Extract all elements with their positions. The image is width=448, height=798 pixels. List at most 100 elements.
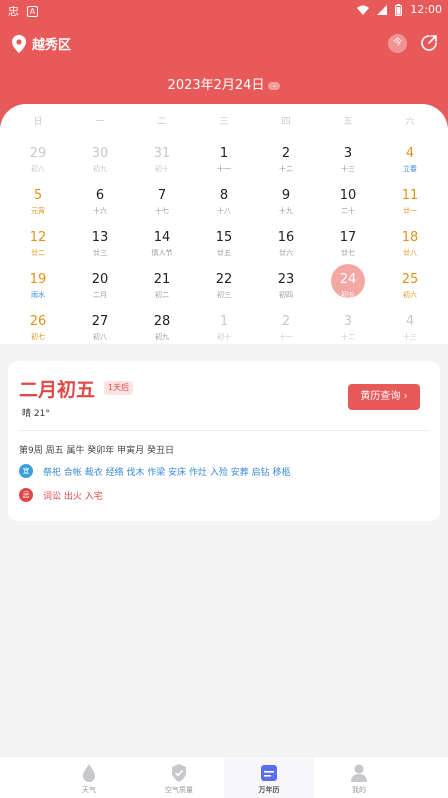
day-number: 21 bbox=[153, 272, 171, 287]
calendar-day[interactable]: 1 初十 bbox=[193, 314, 255, 356]
days-offset-badge: 1天后 bbox=[104, 381, 134, 395]
day-number: 16 bbox=[277, 230, 295, 245]
inauspicious-activities: 词讼 出火 入宅 bbox=[43, 491, 103, 502]
calendar-day[interactable]: 9 十九 bbox=[255, 188, 317, 230]
nav-item-air-quality[interactable]: 空气质量 bbox=[134, 757, 224, 798]
share-icon[interactable] bbox=[420, 34, 438, 52]
calendar-day[interactable]: 5 元宵 bbox=[7, 188, 69, 230]
lunar-day-label: 廿一 bbox=[403, 207, 417, 215]
lunar-day-label: 立春 bbox=[403, 165, 417, 173]
chevron-down-icon: ⌄ bbox=[268, 81, 281, 90]
wifi-icon bbox=[357, 5, 370, 15]
weekday-header: 日一二三四五六 bbox=[0, 114, 448, 128]
day-detail-card: 二月初五 1天后 晴 21° 黄历查询 › 第9周 周五 属牛 癸卯年 甲寅月 … bbox=[8, 361, 440, 521]
day-number: 26 bbox=[29, 314, 47, 329]
calendar-day[interactable]: 2 十一 bbox=[255, 314, 317, 356]
lunar-day-label: 十三 bbox=[341, 165, 355, 173]
month-calendar: 日一二三四五六 29 初八 30 初九 31 初十 1 十一 2 十二 3 十三 4 立春 5 元宵 6 十六 7 十… bbox=[0, 104, 448, 344]
calendar-day[interactable]: 15 廿五 bbox=[193, 230, 255, 272]
nav-item-calendar[interactable]: 万年历 bbox=[224, 757, 314, 798]
current-date: 2023年2月24日 bbox=[167, 78, 265, 93]
nav-label-air-quality: 空气质量 bbox=[165, 786, 193, 794]
day-number: 20 bbox=[91, 272, 109, 287]
day-number: 2 bbox=[281, 146, 291, 161]
day-number: 18 bbox=[401, 230, 419, 245]
calendar-day[interactable]: 10 二十 bbox=[317, 188, 379, 230]
day-number: 11 bbox=[401, 188, 419, 203]
calendar-day[interactable]: 28 初九 bbox=[131, 314, 193, 356]
battery-icon bbox=[395, 3, 403, 16]
location-selector[interactable]: 越秀区 bbox=[12, 34, 71, 53]
calendar-day[interactable]: 1 十一 bbox=[193, 146, 255, 188]
bottom-navigation: 天气 空气质量 万年历 我的 bbox=[0, 756, 448, 798]
today-button[interactable]: 今 bbox=[388, 34, 407, 53]
date-selector[interactable]: 2023年2月24日 ⌄ bbox=[0, 74, 448, 93]
calendar-day[interactable]: 31 初十 bbox=[131, 146, 193, 188]
lunar-day-label: 初二 bbox=[155, 291, 169, 299]
day-number: 2 bbox=[281, 314, 291, 329]
person-icon bbox=[351, 764, 367, 782]
nav-item-weather[interactable]: 天气 bbox=[44, 757, 134, 798]
calendar-day[interactable]: 14 情人节 bbox=[131, 230, 193, 272]
lunar-day-label: 二十 bbox=[341, 207, 355, 215]
ganzhi-info: 第9周 周五 属牛 癸卯年 甲寅月 癸丑日 bbox=[19, 446, 175, 456]
day-number: 29 bbox=[29, 146, 47, 161]
calendar-day[interactable]: 7 十七 bbox=[131, 188, 193, 230]
lunar-day-label: 十一 bbox=[217, 165, 231, 173]
calendar-day[interactable]: 21 初二 bbox=[131, 272, 193, 314]
lunar-day-label: 初九 bbox=[155, 333, 169, 341]
day-number: 10 bbox=[339, 188, 357, 203]
calendar-day-selected[interactable]: 24 初五 bbox=[317, 264, 379, 314]
day-number: 1 bbox=[219, 314, 229, 329]
calendar-day[interactable]: 16 廿六 bbox=[255, 230, 317, 272]
auspicious-row: 宜 祭祀 合帐 裁衣 经络 伐木 作梁 安床 作灶 入殓 安葬 启钻 移柩 bbox=[19, 464, 290, 478]
calendar-day[interactable]: 20 二月 bbox=[69, 272, 131, 314]
location-pin-icon bbox=[12, 34, 26, 53]
lunar-day-label: 廿二 bbox=[31, 249, 45, 257]
lunar-day-label: 初八 bbox=[31, 165, 45, 173]
lunar-day-label: 十三 bbox=[403, 333, 417, 341]
day-number: 3 bbox=[343, 146, 353, 161]
calendar-day[interactable]: 27 初八 bbox=[69, 314, 131, 356]
calendar-day[interactable]: 23 初四 bbox=[255, 272, 317, 314]
nav-label-profile: 我的 bbox=[352, 786, 366, 794]
lunar-day-label: 廿三 bbox=[93, 249, 107, 257]
lunar-day-label: 十七 bbox=[155, 207, 169, 215]
app-notification-icon: A bbox=[27, 5, 38, 17]
calendar-day[interactable]: 3 十三 bbox=[317, 146, 379, 188]
weekday-label: 五 bbox=[343, 117, 353, 127]
day-number: 15 bbox=[215, 230, 233, 245]
weather-summary: 晴 21° bbox=[22, 409, 50, 419]
almanac-query-button[interactable]: 黄历查询 › bbox=[348, 384, 420, 410]
day-number: 25 bbox=[401, 272, 419, 287]
weekday-label: 二 bbox=[157, 117, 167, 127]
calendar-day[interactable]: 4 立春 bbox=[379, 146, 441, 188]
calendar-day[interactable]: 13 廿三 bbox=[69, 230, 131, 272]
calendar-day[interactable]: 22 初三 bbox=[193, 272, 255, 314]
divider bbox=[19, 430, 429, 431]
calendar-day[interactable]: 8 十八 bbox=[193, 188, 255, 230]
calendar-day[interactable]: 11 廿一 bbox=[379, 188, 441, 230]
lunar-day-label: 十一 bbox=[279, 333, 293, 341]
calendar-day[interactable]: 6 十六 bbox=[69, 188, 131, 230]
calendar-day[interactable]: 30 初九 bbox=[69, 146, 131, 188]
calendar-day[interactable]: 26 初七 bbox=[7, 314, 69, 356]
calendar-icon bbox=[261, 765, 277, 781]
day-number: 31 bbox=[153, 146, 171, 161]
day-number: 5 bbox=[33, 188, 43, 203]
day-number: 24 bbox=[339, 272, 357, 287]
nav-item-profile[interactable]: 我的 bbox=[314, 757, 404, 798]
calendar-day[interactable]: 29 初八 bbox=[7, 146, 69, 188]
day-number: 6 bbox=[95, 188, 105, 203]
calendar-day[interactable]: 2 十二 bbox=[255, 146, 317, 188]
calendar-day[interactable]: 3 十二 bbox=[317, 314, 379, 356]
nav-label-calendar: 万年历 bbox=[258, 786, 280, 794]
calendar-day[interactable]: 19 雨水 bbox=[7, 272, 69, 314]
calendar-day[interactable]: 25 初六 bbox=[379, 272, 441, 314]
status-bar: 忠 A 12:00 bbox=[0, 0, 448, 20]
day-number: 4 bbox=[405, 146, 415, 161]
calendar-day[interactable]: 4 十三 bbox=[379, 314, 441, 356]
lunar-day-label: 二月 bbox=[93, 291, 107, 299]
calendar-day[interactable]: 12 廿二 bbox=[7, 230, 69, 272]
calendar-day[interactable]: 18 廿八 bbox=[379, 230, 441, 272]
